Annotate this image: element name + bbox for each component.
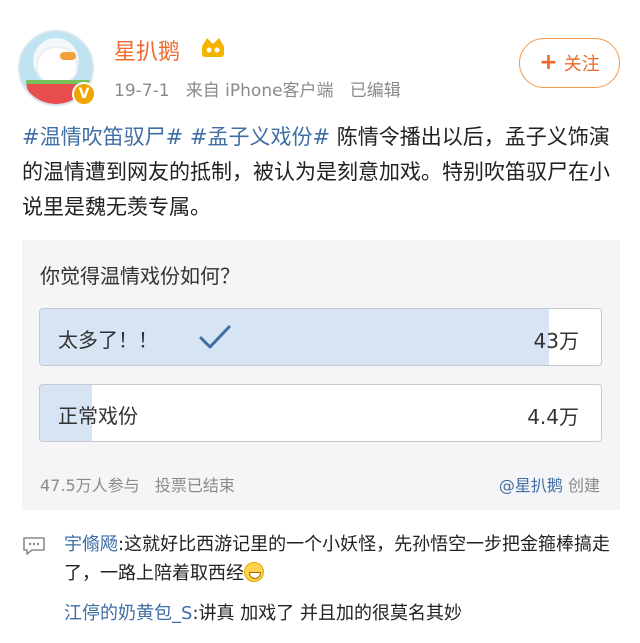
plus-icon: +	[539, 50, 558, 75]
post-meta: 19-7-1 来自 iPhone客户端 已编辑	[114, 76, 401, 101]
post-header: V 星扒鹅 19-7-1 来自 iPhone客户端 已编辑 + 关注	[0, 0, 640, 120]
poll-creator-link[interactable]: @星扒鹅	[499, 476, 563, 495]
grin-emoji-icon	[244, 562, 264, 582]
poll-option-1[interactable]: 太多了！！ 43万	[39, 308, 602, 366]
comment-icon	[23, 537, 45, 555]
crown-icon	[202, 38, 224, 57]
author-name[interactable]: 星扒鹅	[114, 34, 180, 66]
poll-participants: 47.5万人参与	[40, 476, 140, 495]
poll-option-label: 正常戏份	[58, 404, 138, 428]
post-text: #温情吹笛驭尸# #孟子义戏份# 陈情令播出以后，孟子义饰演的温情遭到网友的抵制…	[22, 120, 622, 225]
goose-beak	[60, 52, 76, 60]
comment-text: :这就好比西游记里的一个小妖怪，先孙悟空一步把金箍棒搞走了，一路上陪着取西经	[64, 534, 611, 584]
poll-creator-suffix: 创建	[567, 476, 600, 495]
comments-section: 宇翛飏:这就好比西游记里的一个小妖怪，先孙悟空一步把金箍棒搞走了，一路上陪着取西…	[0, 520, 640, 643]
poll-option-label: 太多了！！	[58, 328, 158, 352]
comment-item: 江停的奶黄包_S:讲真 加戏了 并且加的很莫名其妙	[64, 599, 634, 628]
post-date: 19-7-1	[114, 81, 170, 101]
poll-question: 你觉得温情戏份如何？	[40, 264, 240, 288]
poll-status: 投票已结束	[154, 476, 235, 495]
verified-badge-icon: V	[72, 82, 96, 106]
comment-item: 宇翛飏:这就好比西游记里的一个小妖怪，先孙悟空一步把金箍棒搞走了，一路上陪着取西…	[64, 530, 634, 588]
poll-option-2[interactable]: 正常戏份 4.4万	[39, 384, 602, 442]
comment-user[interactable]: 江停的奶黄包_S	[64, 603, 192, 624]
post-source: 来自 iPhone客户端	[185, 81, 334, 101]
edited-label[interactable]: 已编辑	[350, 81, 401, 101]
hashtag-link[interactable]: #温情吹笛驭尸#	[22, 125, 183, 149]
follow-label: 关注	[563, 54, 600, 75]
poll-option-count: 4.4万	[527, 405, 579, 429]
comment-user[interactable]: 宇翛飏	[64, 534, 118, 555]
hashtag-link[interactable]: #孟子义戏份#	[190, 125, 330, 149]
comment-text: :讲真 加戏了 并且加的很莫名其妙	[192, 603, 462, 624]
poll-creator: @星扒鹅 创建	[499, 472, 600, 496]
follow-button[interactable]: + 关注	[519, 38, 620, 88]
check-icon	[199, 325, 231, 349]
poll-card: 你觉得温情戏份如何？ 太多了！！ 43万 正常戏份 4.4万 47.5万人参与 …	[22, 240, 620, 510]
poll-option-count: 43万	[533, 329, 579, 353]
poll-footer: 47.5万人参与 投票已结束	[40, 472, 235, 496]
